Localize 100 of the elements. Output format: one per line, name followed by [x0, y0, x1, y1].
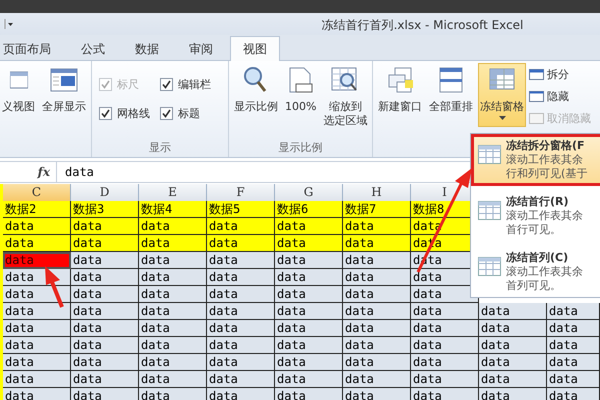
table-cell[interactable]: data [139, 286, 207, 303]
ribbon-button[interactable]: 全屏显示 [40, 63, 88, 117]
table-cell[interactable]: data [207, 320, 275, 337]
table-cell[interactable]: data [3, 252, 71, 269]
ribbon-button[interactable]: 义视图 [0, 63, 37, 117]
table-cell[interactable]: data [139, 235, 207, 252]
table-cell[interactable]: data [71, 252, 139, 269]
table-cell[interactable]: data [139, 388, 207, 400]
table-cell[interactable]: data [547, 320, 600, 337]
table-cell[interactable]: data [343, 320, 411, 337]
table-cell[interactable]: data [343, 218, 411, 235]
table-cell[interactable]: data [139, 252, 207, 269]
insert-function-button[interactable]: fx [0, 162, 57, 182]
table-cell[interactable]: data [479, 303, 547, 320]
table-cell[interactable]: data [275, 337, 343, 354]
table-cell[interactable]: data [71, 218, 139, 235]
table-cell[interactable]: data [343, 388, 411, 400]
table-cell[interactable]: data [3, 337, 71, 354]
table-cell[interactable]: data [343, 303, 411, 320]
table-cell[interactable]: data [3, 371, 71, 388]
table-cell[interactable]: 数据7 [343, 201, 411, 218]
table-cell[interactable]: 数据6 [275, 201, 343, 218]
table-cell[interactable]: data [547, 388, 600, 400]
table-cell[interactable]: data [207, 303, 275, 320]
table-cell[interactable]: data [3, 388, 71, 400]
table-cell[interactable]: data [479, 320, 547, 337]
ribbon-tab[interactable]: 页面布局 [0, 37, 64, 60]
ribbon-button[interactable]: 隐藏 [529, 87, 591, 105]
table-cell[interactable]: data [479, 388, 547, 400]
table-cell[interactable]: data [139, 354, 207, 371]
table-cell[interactable]: data [343, 269, 411, 286]
table-cell[interactable]: data [411, 388, 479, 400]
ribbon-button[interactable]: 拆分 [529, 65, 591, 83]
table-cell[interactable]: data [207, 252, 275, 269]
checkbox[interactable]: 网格线 [99, 106, 150, 121]
table-cell[interactable]: data [275, 252, 343, 269]
table-cell[interactable]: data [411, 354, 479, 371]
table-cell[interactable]: data [71, 303, 139, 320]
table-cell[interactable]: data [71, 320, 139, 337]
table-cell[interactable]: data [71, 286, 139, 303]
table-cell[interactable]: data [139, 218, 207, 235]
table-cell[interactable]: data [411, 303, 479, 320]
table-cell[interactable]: data [275, 269, 343, 286]
table-cell[interactable]: data [275, 354, 343, 371]
table-cell[interactable]: data [207, 337, 275, 354]
table-cell[interactable]: data [207, 235, 275, 252]
ribbon-tab[interactable]: 视图 [230, 36, 280, 61]
ribbon-tab[interactable]: 审阅 [176, 37, 226, 60]
customize-menu-icon[interactable] [4, 18, 14, 30]
table-cell[interactable]: data [3, 218, 71, 235]
table-cell[interactable]: data [275, 218, 343, 235]
column-header[interactable]: H [343, 184, 411, 202]
table-cell[interactable]: data [479, 354, 547, 371]
ribbon-tab[interactable]: 数据 [122, 37, 172, 60]
column-header[interactable]: G [275, 184, 343, 202]
column-header[interactable]: E [139, 184, 207, 202]
table-cell[interactable]: data [71, 269, 139, 286]
table-cell[interactable]: data [547, 337, 600, 354]
table-cell[interactable]: data [207, 218, 275, 235]
table-cell[interactable]: data [411, 337, 479, 354]
table-cell[interactable]: data [547, 303, 600, 320]
ribbon-button[interactable]: 100% [283, 63, 318, 117]
table-cell[interactable]: data [547, 371, 600, 388]
table-cell[interactable]: data [3, 303, 71, 320]
table-cell[interactable]: data [207, 388, 275, 400]
table-cell[interactable]: data [71, 235, 139, 252]
table-cell[interactable]: data [139, 371, 207, 388]
table-cell[interactable]: data [275, 286, 343, 303]
table-cell[interactable]: data [275, 388, 343, 400]
column-header[interactable]: C [3, 184, 71, 202]
checkbox[interactable]: 编辑栏 [160, 77, 211, 92]
table-cell[interactable]: data [139, 337, 207, 354]
table-cell[interactable]: data [411, 320, 479, 337]
checkbox[interactable]: 标题 [160, 106, 211, 121]
table-cell[interactable]: data [139, 320, 207, 337]
table-cell[interactable]: data [343, 235, 411, 252]
table-cell[interactable]: 数据3 [71, 201, 139, 218]
table-cell[interactable]: data [3, 320, 71, 337]
ribbon-button[interactable]: 新建窗口 [376, 63, 424, 117]
menu-item[interactable]: 冻结拆分窗格(F 滚动工作表其余 行和列可见(基于 [471, 134, 600, 186]
table-cell[interactable]: data [343, 286, 411, 303]
table-cell[interactable]: data [343, 371, 411, 388]
table-cell[interactable]: data [411, 371, 479, 388]
table-cell[interactable]: data [3, 286, 71, 303]
ribbon-button[interactable]: 缩放到 选定区域 [321, 63, 370, 131]
table-cell[interactable]: data [207, 286, 275, 303]
table-cell[interactable]: data [207, 354, 275, 371]
table-cell[interactable]: 数据4 [139, 201, 207, 218]
table-cell[interactable]: data [275, 235, 343, 252]
column-header[interactable]: D [71, 184, 139, 202]
table-cell[interactable]: 数据5 [207, 201, 275, 218]
table-cell[interactable]: data [139, 269, 207, 286]
table-cell[interactable]: data [275, 320, 343, 337]
table-cell[interactable]: data [479, 337, 547, 354]
ribbon-button[interactable]: 显示比例 [232, 63, 280, 117]
formula-field[interactable]: data [57, 165, 94, 179]
table-cell[interactable]: data [207, 269, 275, 286]
table-cell[interactable]: data [71, 371, 139, 388]
table-cell[interactable]: data [275, 303, 343, 320]
table-cell[interactable]: data [207, 371, 275, 388]
